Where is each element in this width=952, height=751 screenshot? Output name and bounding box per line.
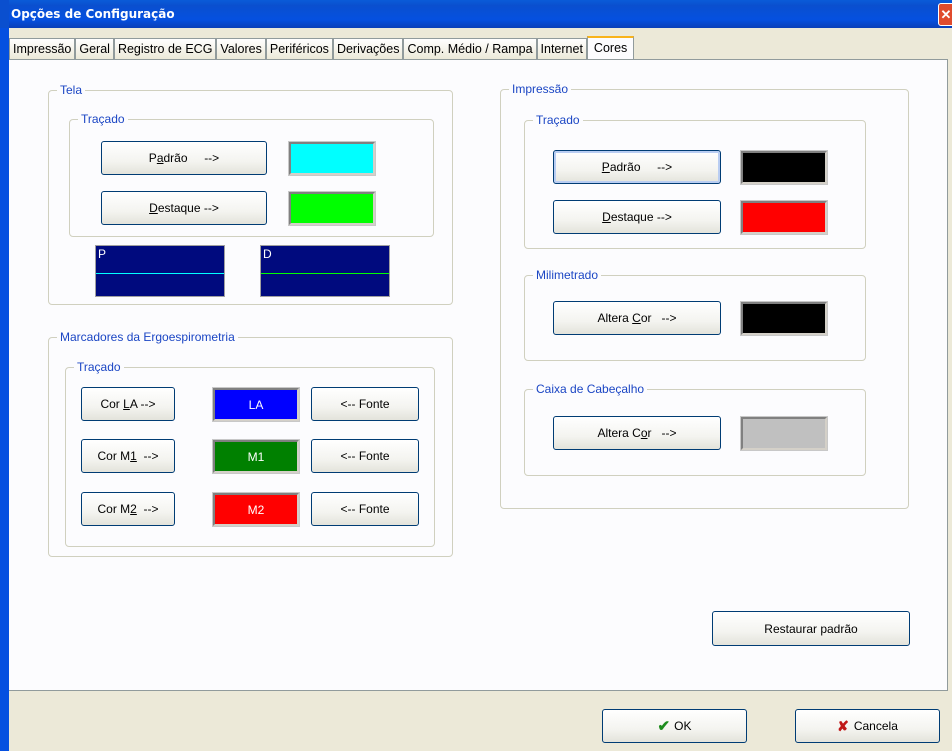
- tab-perifericos[interactable]: Periféricos: [265, 38, 333, 59]
- cor-m2-button[interactable]: Cor M2 -->: [81, 492, 175, 526]
- tab-strip: Impressão Geral Registro de ECG Valores …: [9, 36, 635, 60]
- m1-swatch-label: M1: [247, 449, 265, 464]
- window-title: Opções de Configuração: [11, 7, 175, 21]
- dialog-footer: ✔ OK ✘ Cancela: [9, 691, 952, 751]
- label-pre: P: [148, 151, 157, 165]
- label-post: -->: [136, 502, 159, 516]
- impressao-destaque-button[interactable]: Destaque -->: [553, 200, 721, 234]
- label-pre: Altera C: [597, 426, 641, 440]
- label-post: r -->: [647, 426, 677, 440]
- label-accel: a: [156, 151, 164, 165]
- tab-comp-medio-rampa[interactable]: Comp. Médio / Rampa: [403, 38, 537, 59]
- checkmark-icon: ✔: [657, 718, 671, 735]
- tela-destaque-swatch: [288, 191, 376, 226]
- cabecalho-altera-cor-button[interactable]: Altera Cor -->: [553, 416, 721, 450]
- group-milimetrado-title: Milimetrado: [533, 268, 602, 282]
- group-impressao-tracado: Traçado Padrão --> Destaque -->: [524, 113, 866, 249]
- m1-fonte-button[interactable]: <-- Fonte: [311, 439, 419, 473]
- impressao-destaque-swatch: [740, 200, 828, 235]
- label-post: estaque -->: [157, 201, 219, 215]
- group-marcadores: Marcadores da Ergoespirometria Traçado C…: [48, 330, 453, 557]
- group-tela-tracado-title: Traçado: [78, 112, 128, 126]
- tela-padrao-button[interactable]: Pa drão -->: [101, 141, 267, 175]
- close-button[interactable]: ✕: [938, 3, 952, 26]
- label-accel: D: [149, 201, 158, 215]
- cancel-label: Cancela: [853, 719, 898, 733]
- label-accel: 1: [130, 449, 137, 463]
- label-post: or -->: [640, 311, 677, 325]
- tela-padrao-swatch: [288, 141, 376, 176]
- group-marcadores-title: Marcadores da Ergoespirometria: [57, 330, 238, 344]
- impressao-padrao-swatch: [740, 150, 828, 185]
- tab-panel-cores: Tela Traçado Pa drão --> Destaque --> P D…: [9, 59, 948, 691]
- label-accel: P: [601, 160, 610, 174]
- group-tela: Tela Traçado Pa drão --> Destaque --> P D: [48, 83, 453, 305]
- tab-registro-ecg[interactable]: Registro de ECG: [113, 38, 217, 59]
- group-impressao: Impressão Traçado Padrão --> Destaque --…: [500, 82, 909, 509]
- preview-letter: D: [263, 247, 272, 261]
- impressao-padrao-button[interactable]: Padrão -->: [553, 150, 721, 184]
- milimetrado-altera-cor-button[interactable]: Altera Cor -->: [553, 301, 721, 335]
- x-mark-icon: ✘: [837, 717, 849, 734]
- label-pre: Altera: [597, 311, 633, 325]
- label-accel: L: [123, 397, 130, 411]
- m2-fonte-button[interactable]: <-- Fonte: [311, 492, 419, 526]
- tab-derivacoes[interactable]: Derivações: [332, 38, 404, 59]
- label-accel: C: [632, 311, 641, 325]
- group-tela-title: Tela: [57, 83, 86, 97]
- m2-swatch-label: M2: [247, 502, 265, 517]
- label-post: A -->: [129, 397, 156, 411]
- label-post: drão -->: [163, 151, 220, 165]
- m1-swatch: M1: [212, 439, 300, 474]
- label-pre: Cor M: [97, 449, 131, 463]
- group-milimetrado: Milimetrado Altera Cor -->: [524, 268, 866, 361]
- cancel-button[interactable]: ✘ Cancela: [795, 709, 940, 743]
- la-fonte-button[interactable]: <-- Fonte: [311, 387, 419, 421]
- group-cabecalho: Caixa de Cabeçalho Altera Cor -->: [524, 382, 866, 476]
- label-accel: D: [602, 210, 611, 224]
- la-swatch-label: LA: [248, 397, 264, 412]
- group-marcadores-tracado: Traçado Cor LA --> LA <-- Fonte Cor M1 -…: [65, 360, 435, 547]
- label-accel: 2: [130, 502, 137, 516]
- cabecalho-swatch: [740, 416, 828, 451]
- cor-la-button[interactable]: Cor LA -->: [81, 387, 175, 421]
- group-impressao-title: Impressão: [509, 82, 572, 96]
- label-post: -->: [136, 449, 159, 463]
- ok-button[interactable]: ✔ OK: [602, 709, 747, 743]
- label-pre: Cor: [100, 397, 124, 411]
- label-accel: o: [640, 426, 648, 440]
- tab-geral[interactable]: Geral: [75, 38, 114, 59]
- preview-trace: [96, 273, 224, 274]
- milimetrado-swatch: [740, 301, 828, 336]
- label-post: estaque -->: [610, 210, 672, 224]
- tab-cores[interactable]: Cores: [586, 36, 635, 59]
- m2-swatch: M2: [212, 492, 300, 527]
- label-pre: Cor M: [97, 502, 131, 516]
- group-cabecalho-title: Caixa de Cabeçalho: [533, 382, 648, 396]
- tab-internet[interactable]: Internet: [536, 38, 587, 59]
- preview-letter: P: [98, 247, 107, 261]
- preview-trace: [261, 273, 389, 274]
- restaurar-padrao-button[interactable]: Restaurar padrão: [712, 611, 910, 646]
- tela-destaque-button[interactable]: Destaque -->: [101, 191, 267, 225]
- group-impressao-tracado-title: Traçado: [533, 113, 583, 127]
- label-post: adrão -->: [609, 160, 673, 174]
- la-swatch: LA: [212, 387, 300, 422]
- title-bar: Opções de Configuração ✕: [0, 0, 952, 28]
- group-tela-tracado: Traçado Pa drão --> Destaque -->: [69, 112, 434, 237]
- tab-impressao[interactable]: Impressão: [9, 38, 76, 59]
- dialog-body: Impressão Geral Registro de ECG Valores …: [0, 28, 952, 751]
- group-marcadores-tracado-title: Traçado: [74, 360, 124, 374]
- cor-m1-button[interactable]: Cor M1 -->: [81, 439, 175, 473]
- ok-label: OK: [674, 719, 692, 733]
- tela-preview-padrao: P: [95, 245, 225, 297]
- tab-valores[interactable]: Valores: [216, 38, 266, 59]
- close-icon: ✕: [940, 7, 952, 22]
- tela-preview-destaque: D: [260, 245, 390, 297]
